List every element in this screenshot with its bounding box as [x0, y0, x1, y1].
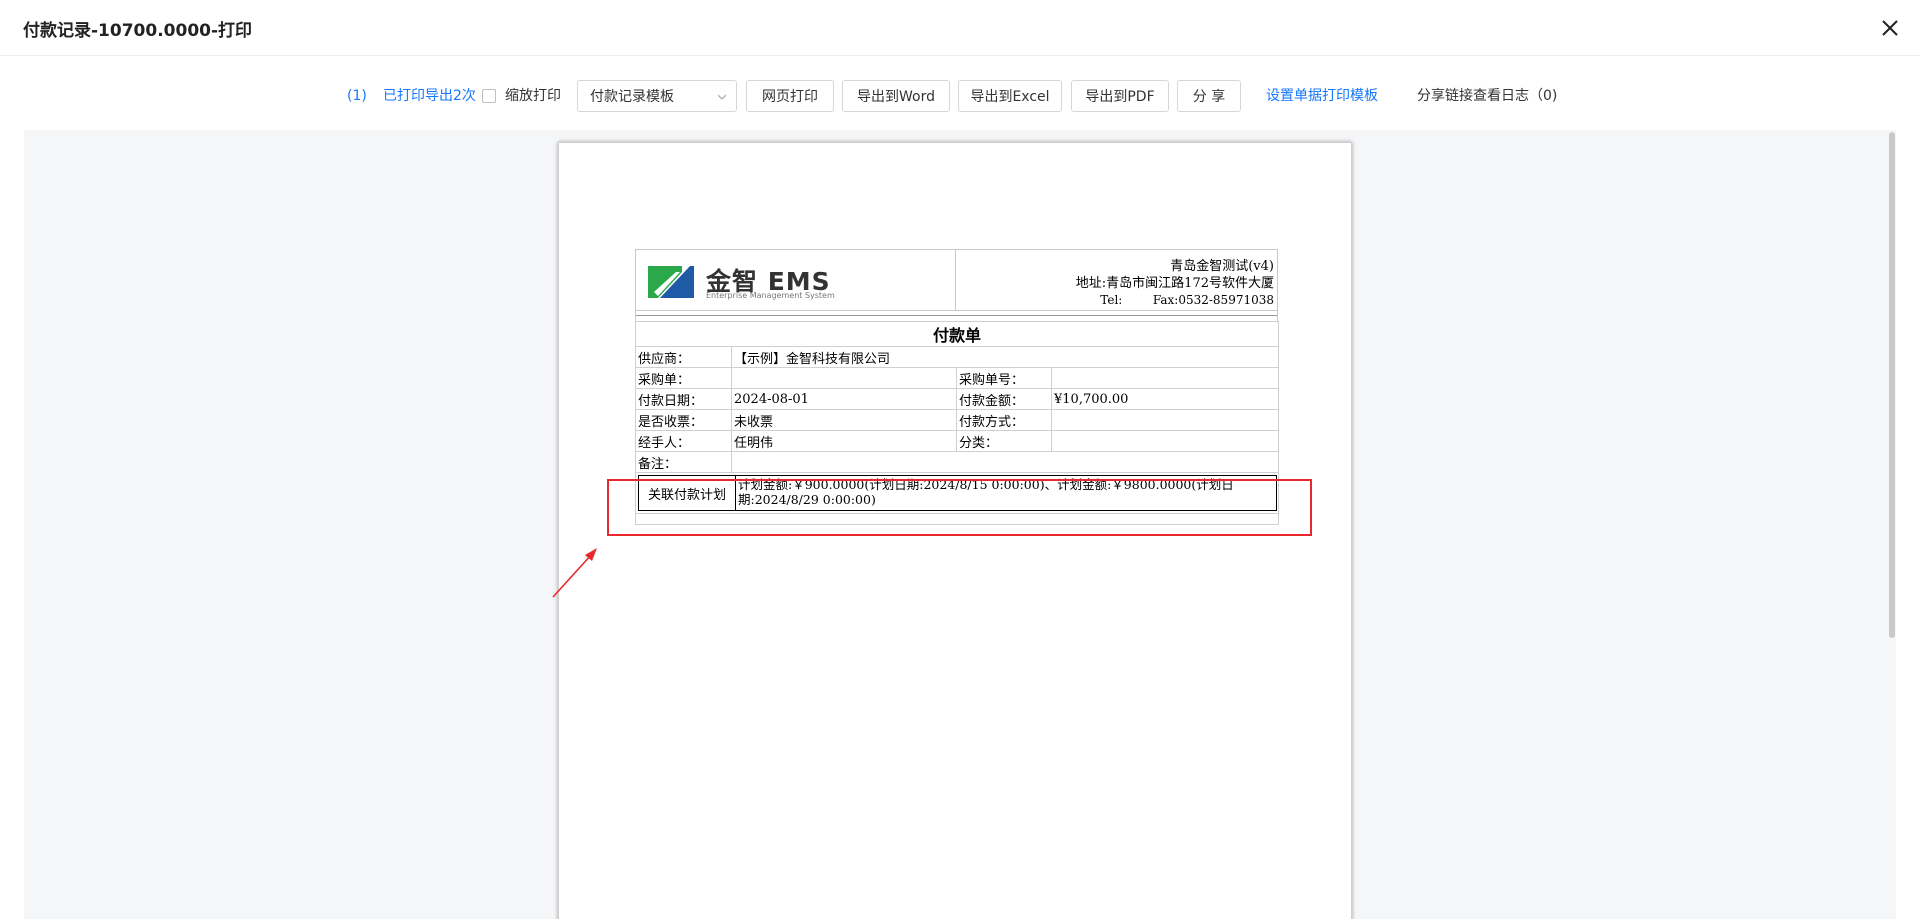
logo-mark-icon — [648, 266, 694, 298]
web-print-button[interactable]: 网页打印 — [746, 80, 834, 112]
dialog-header: 付款记录-10700.0000-打印 — [0, 0, 1920, 56]
company-address: 地址:青岛市闽江路172号软件大厦 — [1075, 276, 1274, 291]
pay-amount-value: ¥10,700.00 — [1050, 388, 1280, 410]
share-log-link[interactable]: 分享链接查看日志（0) — [1417, 80, 1557, 112]
close-icon — [1882, 20, 1898, 36]
purchase-order-label: 采购单： — [635, 367, 732, 389]
form-header: 金智 EMS Enterprise Management System 青岛金智… — [635, 249, 1278, 311]
print-count[interactable]: (1) — [347, 80, 367, 112]
scale-print-label[interactable]: 缩放打印 — [505, 80, 561, 112]
export-word-button[interactable]: 导出到Word — [842, 80, 950, 112]
pay-date-label: 付款日期： — [635, 388, 732, 410]
template-select[interactable]: 付款记录模板 — [577, 80, 737, 112]
form-title: 付款单 — [634, 321, 1280, 347]
company-name: 青岛金智测试(v4) — [1170, 259, 1274, 274]
annotation-arrow — [552, 548, 597, 598]
header-separator — [635, 311, 1278, 321]
invoice-label: 是否收票： — [635, 409, 732, 431]
company-tel: Tel: Fax:0532-85971038 — [1100, 293, 1274, 307]
logo-subtitle: Enterprise Management System — [706, 291, 835, 300]
close-button[interactable] — [1876, 14, 1904, 42]
category-value — [1050, 430, 1280, 452]
dialog-title: 付款记录-10700.0000-打印 — [23, 21, 253, 41]
handler-label: 经手人： — [635, 430, 732, 452]
header-divider — [955, 250, 956, 310]
pay-method-label: 付款方式： — [956, 409, 1052, 431]
pay-amount-label: 付款金额： — [956, 388, 1052, 410]
pay-method-value — [1050, 409, 1280, 431]
export-excel-button[interactable]: 导出到Excel — [958, 80, 1062, 112]
remark-value — [730, 451, 1280, 473]
supplier-value: 【示例】金智科技有限公司 — [730, 346, 1280, 368]
print-toolbar: (1) 已打印导出2次 缩放打印 付款记录模板 网页打印 导出到Word 导出到… — [0, 80, 1920, 120]
handler-value: 任明伟 — [731, 430, 957, 452]
company-info: 青岛金智测试(v4) 地址:青岛市闽江路172号软件大厦 Tel: Fax:05… — [1076, 258, 1274, 309]
purchase-no-label: 采购单号： — [956, 367, 1052, 389]
remark-label: 备注： — [635, 451, 732, 473]
scale-print-checkbox[interactable] — [482, 89, 496, 103]
annotation-highlight-box — [607, 479, 1312, 536]
export-pdf-button[interactable]: 导出到PDF — [1071, 80, 1169, 112]
invoice-value: 未收票 — [731, 409, 957, 431]
printed-info-link[interactable]: 已打印导出2次 — [383, 80, 476, 112]
company-logo: 金智 EMS Enterprise Management System — [646, 262, 846, 302]
share-button[interactable]: 分 享 — [1177, 80, 1241, 112]
supplier-label: 供应商： — [635, 346, 732, 368]
chevron-down-icon — [718, 94, 726, 100]
template-select-value: 付款记录模板 — [590, 89, 674, 105]
purchase-order-value — [731, 367, 957, 389]
category-label: 分类： — [956, 430, 1052, 452]
scrollbar-thumb[interactable] — [1889, 132, 1895, 638]
purchase-no-value — [1050, 367, 1280, 389]
scrollbar[interactable] — [1888, 130, 1896, 919]
pay-date-value: 2024-08-01 — [731, 388, 957, 410]
set-template-link[interactable]: 设置单据打印模板 — [1266, 80, 1378, 112]
